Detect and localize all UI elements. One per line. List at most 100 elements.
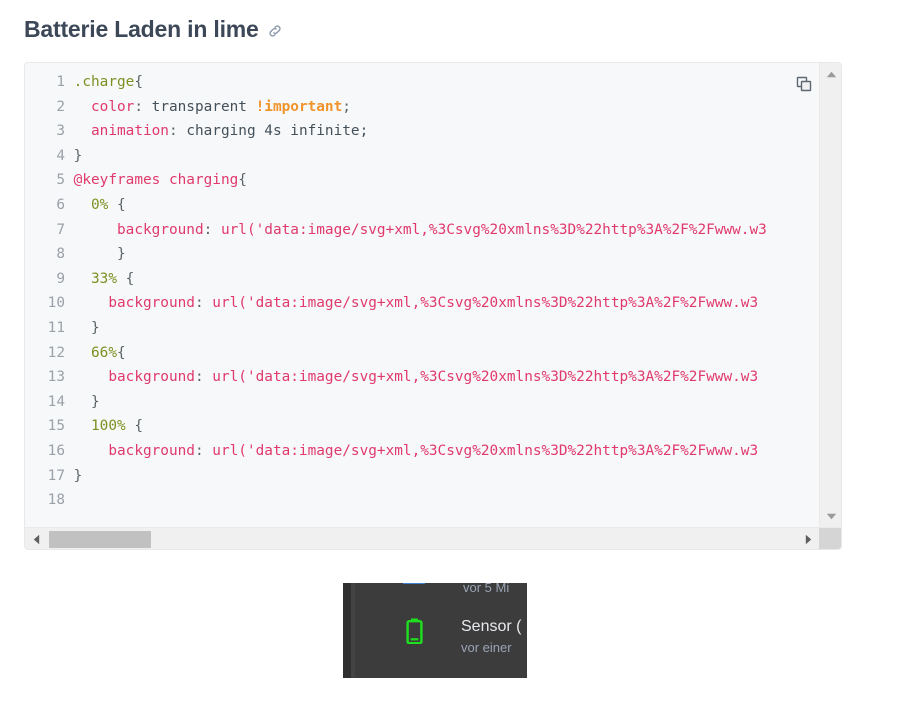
line-number: 7 [56,221,65,238]
code-token: background [117,221,204,238]
code-line-text: @keyframes charging{ [65,172,247,188]
code-line: 3 animation: charging 4s infinite; [25,119,819,144]
code-token: ; [342,98,351,115]
screenshot-entry-subtitle: vor einer [461,640,512,655]
code-token: background [108,295,195,312]
code-line-text: } [65,320,100,336]
code-block[interactable]: 1 .charge{2 color: transparent !importan… [24,62,842,550]
code-token: } [73,393,100,410]
code-line: 5 @keyframes charging{ [25,168,819,193]
page-header: Batterie Laden in lime [24,0,283,61]
code-line-text: animation: charging 4s infinite; [65,123,368,139]
code-token: url('data:image/svg+xml,%3Csvg%20xmlns%3… [212,442,759,459]
code-line-text: background: url('data:image/svg+xml,%3Cs… [65,222,767,238]
code-token: { [134,74,143,90]
code-token: { [117,270,135,287]
code-line-text: background: url('data:image/svg+xml,%3Cs… [65,369,758,385]
code-line: 6 0% { [25,193,819,218]
code-line: 2 color: transparent !important; [25,95,819,120]
page-root: Batterie Laden in lime 1 .charge{2 color… [0,0,906,701]
line-number: 4 [56,147,65,164]
code-line: 18 [25,488,819,513]
line-number: 10 [47,295,65,312]
line-number: 9 [56,270,65,287]
code-token: 66% [91,344,117,361]
code-line: 7 background: url('data:image/svg+xml,%3… [25,218,819,243]
code-token: !important [255,98,343,115]
code-line: 12 66%{ [25,341,819,366]
code-line: 8 } [25,242,819,267]
code-token: } [73,319,100,336]
code-line: 11 } [25,316,819,341]
code-token: { [117,344,126,361]
code-line: 10 background: url('data:image/svg+xml,%… [25,291,819,316]
code-token: : [134,98,152,115]
line-number: 15 [47,418,65,435]
screenshot-top-text: vor 5 Mi [463,583,510,595]
chevron-up-icon[interactable] [820,63,841,85]
line-number: 16 [47,442,65,459]
horizontal-scrollbar[interactable] [25,527,841,549]
code-token: @keyframes charging [73,172,239,189]
code-line-text: .charge{ [65,74,143,90]
line-number: 6 [56,196,65,213]
code-line: 13 background: url('data:image/svg+xml,%… [25,365,819,390]
line-number: 11 [47,319,65,336]
code-token: : [194,442,213,459]
horizontal-scrollbar-thumb[interactable] [49,531,151,548]
code-token: : [203,221,221,238]
code-token: animation [91,123,169,140]
code-token: url('data:image/svg+xml,%3Csvg%20xmlns%3… [212,295,759,312]
code-token: url('data:image/svg+xml,%3Csvg%20xmlns%3… [220,221,767,238]
line-number: 18 [47,492,65,509]
code-line: 16 background: url('data:image/svg+xml,%… [25,439,819,464]
code-token: { [125,418,143,435]
code-token: } [73,246,126,263]
code-line: 9 33% { [25,267,819,292]
screenshot-sidebar-strip [343,583,351,678]
code-token: { [108,196,126,213]
triangle-right-icon[interactable] [797,528,819,549]
triangle-left-icon[interactable] [25,528,47,549]
code-token: } [73,467,83,484]
line-number: 3 [56,123,65,140]
code-token: .charge [73,74,135,90]
link-icon[interactable] [267,23,283,39]
code-token: 100% [91,418,126,435]
code-line: 15 100% { [25,414,819,439]
code-token: : [168,123,187,140]
code-token: url('data:image/svg+xml,%3Csvg%20xmlns%3… [212,369,759,386]
copy-icon[interactable] [795,75,815,95]
line-number: 8 [56,246,65,263]
code-line: 1 .charge{ [25,70,819,95]
code-line-text: } [65,246,126,262]
code-line: 17 } [25,464,819,489]
code-line-text: } [65,467,83,484]
code-line-text: } [65,394,100,410]
screenshot-sidebar-strip-2 [351,583,355,678]
code-token: 33% [91,270,117,287]
code-line: 4 } [25,144,819,169]
line-number: 5 [56,172,65,189]
code-line-text: background: url('data:image/svg+xml,%3Cs… [65,443,758,459]
code-token: : [194,369,213,386]
screenshot-accent-bar [403,583,425,584]
embedded-screenshot: vor 5 Mi Sensor ( vor einer [343,583,527,678]
code-token: { [238,172,247,189]
chevron-down-icon[interactable] [820,505,841,527]
code-lines: 1 .charge{2 color: transparent !importan… [25,70,819,513]
page-title: Batterie Laden in lime [24,16,259,43]
vertical-scrollbar[interactable] [819,63,841,527]
code-token: 0% [91,196,109,213]
code-token: color [91,98,135,115]
